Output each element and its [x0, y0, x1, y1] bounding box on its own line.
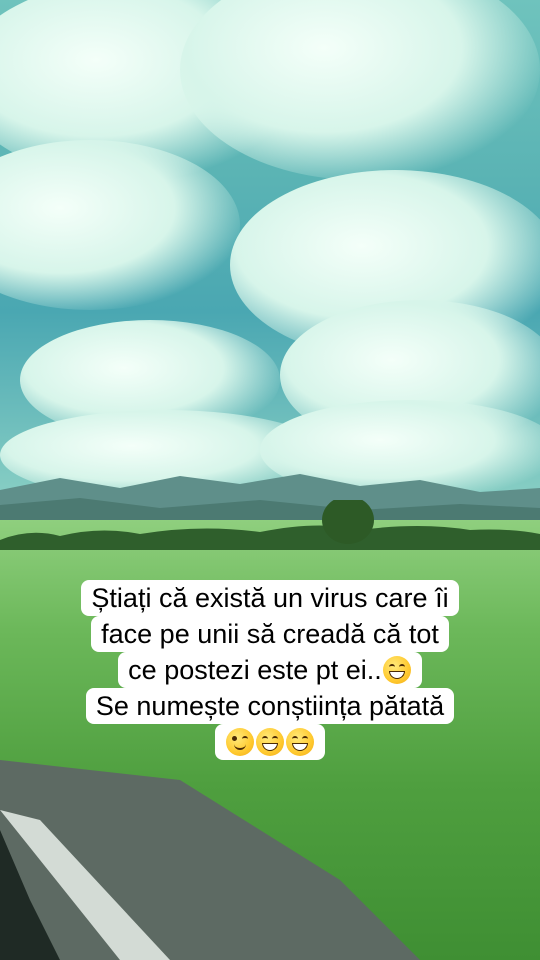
caption-line: ce postezi este pt ei..	[118, 652, 422, 688]
grinning-face-icon	[286, 728, 314, 756]
caption-line: Știați că există un virus care îi	[81, 580, 459, 616]
photo-scene: Știați că există un virus care îi face p…	[0, 0, 540, 960]
road	[0, 760, 420, 960]
grinning-face-icon	[382, 656, 411, 684]
winking-face-icon	[226, 728, 254, 756]
caption-line: Se numește conștiința pătată	[85, 688, 455, 724]
grinning-face-icon	[256, 728, 284, 756]
caption-line: face pe unii să creadă că tot	[91, 616, 449, 652]
caption-emoji-line	[215, 724, 325, 760]
caption-line-text: ce postezi este pt ei..	[128, 655, 382, 685]
caption-overlay: Știați că există un virus care îi face p…	[0, 580, 540, 760]
